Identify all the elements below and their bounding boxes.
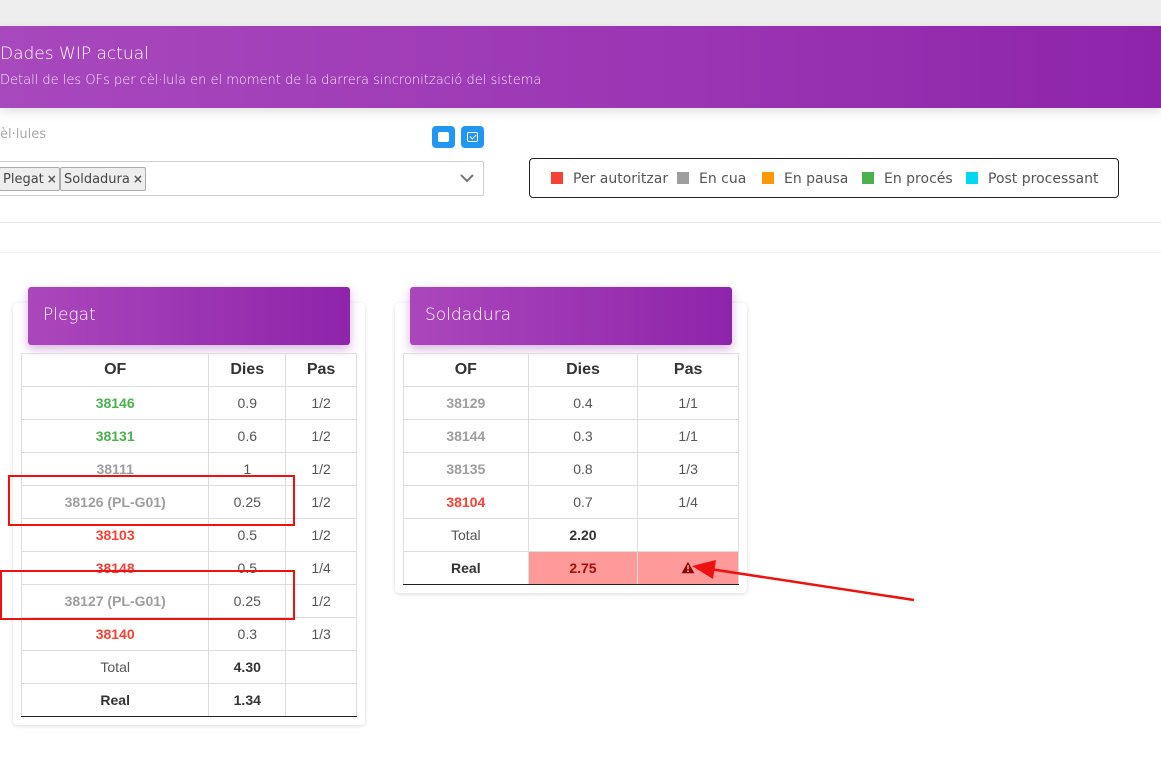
annotation-arrow-icon bbox=[692, 560, 915, 602]
